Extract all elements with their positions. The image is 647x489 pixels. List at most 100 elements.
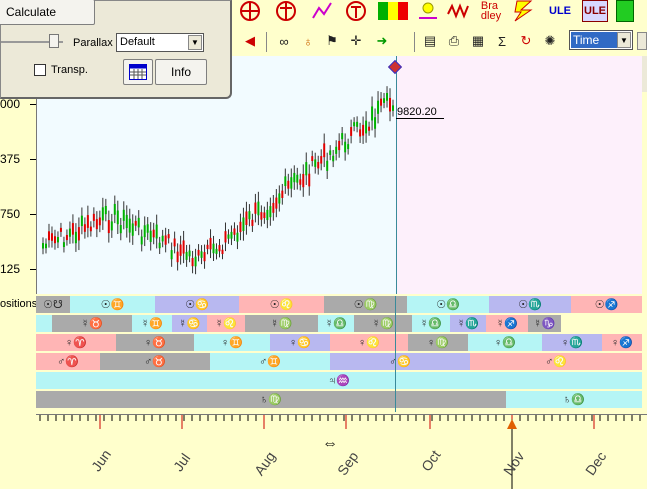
candle bbox=[248, 211, 251, 220]
position-cell: ♄♎ bbox=[506, 391, 642, 408]
candle bbox=[392, 105, 395, 111]
ule-red-button[interactable]: ULE bbox=[582, 0, 608, 22]
position-cell: ♂♉ bbox=[100, 353, 210, 370]
candle bbox=[281, 190, 284, 198]
time-axis-ticks bbox=[39, 415, 641, 489]
sun-wheel-icon[interactable] bbox=[238, 0, 262, 22]
candle bbox=[287, 180, 290, 189]
time-select[interactable]: Time ▼ bbox=[569, 30, 633, 50]
candle bbox=[371, 106, 374, 121]
candle bbox=[326, 160, 329, 171]
price-label: 9820.20 bbox=[396, 106, 444, 119]
candle bbox=[50, 233, 53, 241]
flag-icon[interactable]: ⚑ bbox=[322, 31, 342, 51]
candle bbox=[194, 256, 197, 267]
resize-horizontal-icon[interactable]: ⇔ bbox=[322, 435, 338, 453]
candle bbox=[224, 231, 227, 243]
candle bbox=[233, 228, 236, 235]
candle bbox=[71, 223, 74, 235]
candle bbox=[107, 220, 110, 234]
position-cell: ☿♌ bbox=[207, 315, 245, 332]
toolbar-top: Bra dley ULE ULE bbox=[232, 0, 647, 26]
position-cell: ☿♋ bbox=[172, 315, 207, 332]
candle bbox=[278, 193, 281, 204]
candle bbox=[200, 251, 203, 258]
position-cell: ☉♋ bbox=[155, 296, 239, 313]
position-cell: ♂♊ bbox=[210, 353, 330, 370]
candle bbox=[176, 251, 179, 263]
candle bbox=[209, 237, 212, 250]
candle bbox=[380, 98, 383, 106]
chevron-down-icon[interactable]: ▼ bbox=[617, 32, 631, 48]
info-button[interactable]: Info bbox=[155, 59, 207, 85]
current-date-line bbox=[396, 56, 397, 294]
pin-icon[interactable] bbox=[416, 0, 440, 22]
candle bbox=[65, 234, 68, 241]
toolbar-separator bbox=[414, 32, 415, 52]
cycle-icon[interactable]: ↻ bbox=[516, 31, 536, 51]
wave-icon[interactable] bbox=[446, 0, 472, 22]
line-chart-icon[interactable] bbox=[310, 0, 334, 22]
candle bbox=[53, 236, 56, 244]
candle bbox=[125, 214, 128, 229]
calendar-button[interactable] bbox=[123, 59, 153, 85]
candle bbox=[206, 244, 209, 250]
candle bbox=[152, 229, 155, 238]
positions-label: ositions bbox=[0, 298, 38, 310]
aspect-icon[interactable]: ♁ bbox=[298, 31, 318, 51]
crosshair-planet-icon[interactable] bbox=[274, 0, 298, 22]
green-square-icon[interactable] bbox=[616, 0, 634, 22]
y-tick bbox=[30, 269, 36, 270]
y-tick bbox=[30, 214, 36, 215]
bradley-button[interactable]: Bra dley bbox=[478, 0, 504, 22]
position-cell: ♂♈ bbox=[36, 353, 100, 370]
candle bbox=[191, 258, 194, 267]
position-cell: ☿♑ bbox=[528, 315, 561, 332]
cross-arrows-icon[interactable]: ✛ bbox=[346, 31, 366, 51]
planet-lines-icon[interactable] bbox=[344, 0, 368, 22]
candle bbox=[95, 219, 98, 230]
candle bbox=[341, 133, 344, 140]
info-label: Info bbox=[170, 65, 191, 79]
parallax-slider-thumb[interactable] bbox=[49, 34, 59, 48]
candle bbox=[143, 225, 146, 238]
position-cell: ☿♎ bbox=[412, 315, 450, 332]
scroll-right-button[interactable] bbox=[637, 32, 647, 50]
lightning-icon[interactable] bbox=[512, 0, 536, 22]
green-arrow-icon[interactable]: ➜ bbox=[372, 31, 392, 51]
document-icon[interactable]: ▤ bbox=[420, 31, 440, 51]
candle bbox=[164, 235, 167, 245]
color-bars-icon[interactable] bbox=[378, 0, 408, 22]
time-axis[interactable]: Jun Jul Aug Sep Oct Nov Dec ⇔ bbox=[36, 414, 647, 489]
candle bbox=[155, 224, 158, 239]
transp-checkbox[interactable] bbox=[34, 64, 46, 76]
candle bbox=[134, 220, 137, 226]
candle bbox=[68, 228, 71, 237]
venus-row: ♀♈ ♀♉ ♀♊ ♀♋ ♀♌ ♀♍ ♀♎ ♀♏ ♀♐ bbox=[36, 334, 642, 351]
parallax-select[interactable]: Default ▼ bbox=[116, 33, 204, 52]
chevron-down-icon[interactable]: ▼ bbox=[188, 35, 202, 50]
candle bbox=[359, 129, 362, 137]
grid-chart-icon[interactable]: ▦ bbox=[468, 31, 488, 51]
candle bbox=[92, 213, 95, 221]
candle bbox=[293, 172, 296, 183]
snowflake-icon[interactable]: ✺ bbox=[540, 31, 560, 51]
y-tick bbox=[30, 159, 36, 160]
sigma-icon[interactable]: Σ bbox=[492, 31, 512, 51]
candle bbox=[212, 243, 215, 254]
toolbar-separator bbox=[266, 32, 267, 52]
candle bbox=[383, 98, 386, 103]
candle bbox=[266, 209, 269, 221]
candle bbox=[242, 217, 245, 231]
candle bbox=[305, 162, 308, 176]
ule-button[interactable]: ULE bbox=[546, 0, 574, 22]
calculate-button[interactable]: Calculate bbox=[0, 0, 95, 25]
position-cell: ☉♌ bbox=[239, 296, 324, 313]
candle bbox=[227, 234, 230, 239]
printer-icon[interactable]: ⎙ bbox=[444, 31, 464, 51]
arrow-left-icon[interactable]: ◀ bbox=[240, 31, 260, 51]
candle bbox=[86, 215, 89, 228]
candle bbox=[62, 242, 65, 248]
glasses-icon[interactable]: ∞ bbox=[274, 31, 294, 51]
candle bbox=[119, 225, 122, 234]
